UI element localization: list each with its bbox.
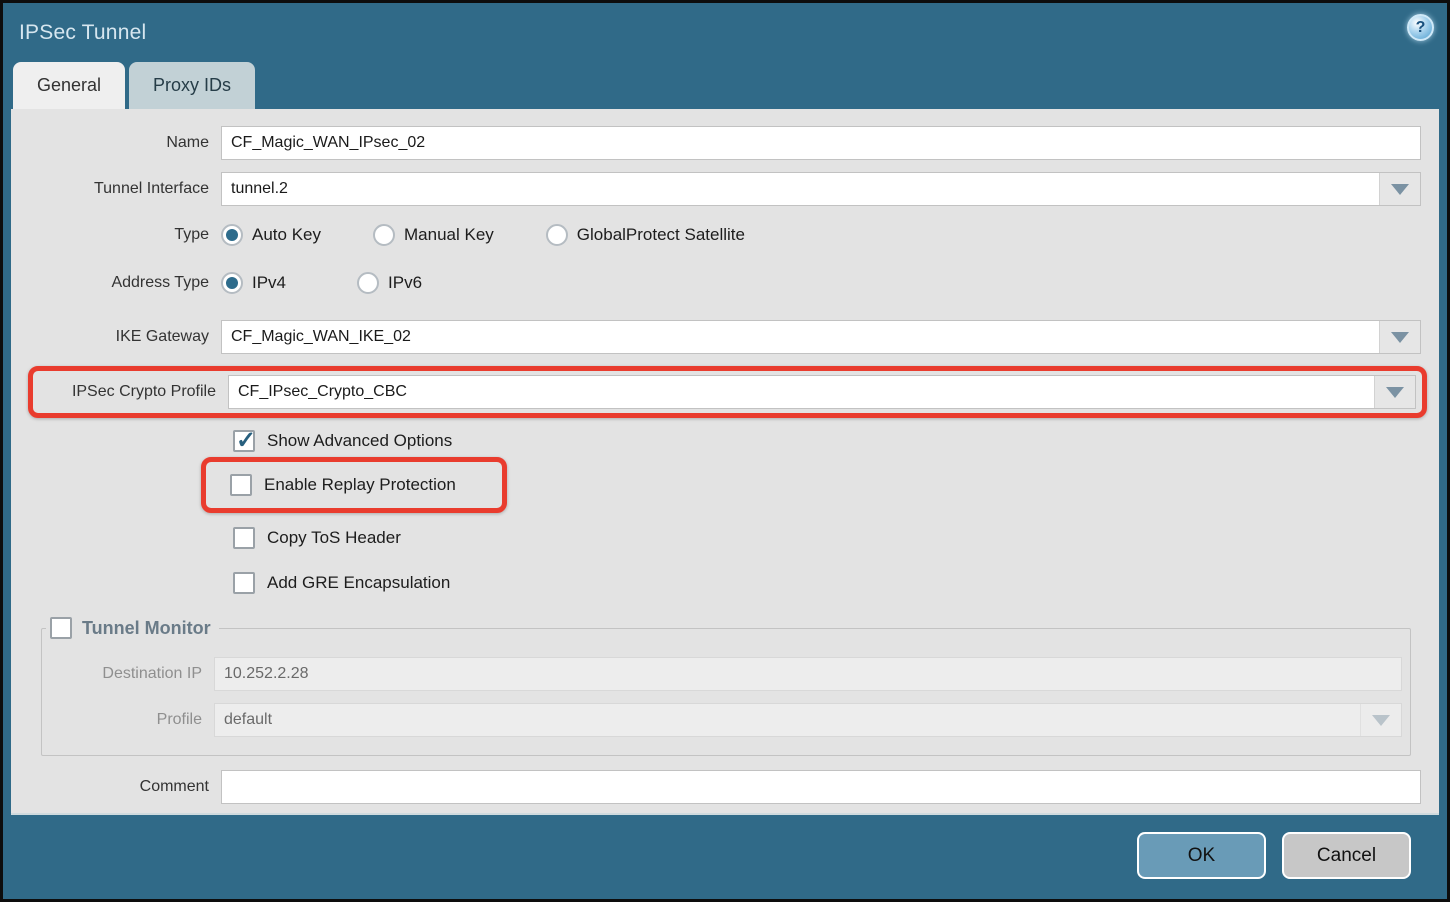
destination-ip-row: Destination IP	[42, 657, 1402, 691]
ike-gateway-label: IKE Gateway	[11, 328, 221, 346]
enable-replay-protection-checkbox[interactable]	[230, 474, 252, 496]
add-gre-encapsulation-label: Add GRE Encapsulation	[267, 573, 450, 593]
radio-manual-key-circle	[373, 224, 395, 246]
add-gre-encapsulation-row[interactable]: Add GRE Encapsulation	[233, 572, 1439, 594]
show-advanced-options-checkbox[interactable]	[233, 430, 255, 452]
profile-value: default	[215, 711, 1360, 729]
comment-label: Comment	[11, 778, 221, 796]
tunnel-interface-value: tunnel.2	[222, 180, 1379, 198]
radio-ipv6-circle	[357, 272, 379, 294]
tunnel-interface-row: Tunnel Interface tunnel.2	[11, 172, 1421, 206]
tunnel-monitor-label: Tunnel Monitor	[82, 618, 211, 639]
help-icon[interactable]: ?	[1407, 14, 1434, 41]
radio-auto-key[interactable]: Auto Key	[221, 224, 321, 246]
radio-ipv4[interactable]: IPv4	[221, 272, 286, 294]
tab-bar: General Proxy IDs	[3, 62, 1447, 109]
name-row: Name	[11, 126, 1421, 160]
ipsec-crypto-profile-value: CF_IPsec_Crypto_CBC	[229, 383, 1374, 401]
help-icon-glyph: ?	[1416, 20, 1426, 36]
address-type-label: Address Type	[11, 274, 221, 292]
ok-button[interactable]: OK	[1137, 832, 1266, 879]
radio-globalprotect-satellite-label: GlobalProtect Satellite	[577, 225, 745, 245]
tunnel-interface-dropdown-button[interactable]	[1379, 173, 1420, 205]
radio-ipv6[interactable]: IPv6	[357, 272, 422, 294]
radio-manual-key[interactable]: Manual Key	[373, 224, 494, 246]
ike-gateway-value: CF_Magic_WAN_IKE_02	[222, 328, 1379, 346]
chevron-down-icon	[1386, 387, 1404, 398]
copy-tos-header-row[interactable]: Copy ToS Header	[233, 527, 1439, 549]
address-type-row: Address Type IPv4 IPv6	[11, 272, 1421, 294]
ike-gateway-dropdown-button[interactable]	[1379, 321, 1420, 353]
ipsec-crypto-profile-select[interactable]: CF_IPsec_Crypto_CBC	[228, 375, 1416, 409]
type-radio-group: Auto Key Manual Key GlobalProtect Satell…	[221, 224, 777, 246]
copy-tos-header-label: Copy ToS Header	[267, 528, 401, 548]
tunnel-interface-select[interactable]: tunnel.2	[221, 172, 1421, 206]
copy-tos-header-checkbox[interactable]	[233, 527, 255, 549]
dialog-footer: OK Cancel	[6, 815, 1444, 896]
destination-ip-input	[214, 657, 1402, 691]
profile-select: default	[214, 703, 1402, 737]
tunnel-monitor-checkbox[interactable]	[50, 617, 72, 639]
name-label: Name	[11, 134, 221, 152]
destination-ip-label: Destination IP	[42, 665, 214, 683]
tunnel-interface-label: Tunnel Interface	[11, 180, 221, 198]
tunnel-monitor-legend: Tunnel Monitor	[46, 617, 219, 639]
ike-gateway-row: IKE Gateway CF_Magic_WAN_IKE_02	[11, 320, 1421, 354]
ike-gateway-select[interactable]: CF_Magic_WAN_IKE_02	[221, 320, 1421, 354]
tab-general[interactable]: General	[13, 62, 125, 109]
general-tab-panel: Name Tunnel Interface tunnel.2 Type Auto…	[11, 109, 1439, 815]
enable-replay-protection-highlight: Enable Replay Protection	[201, 457, 507, 513]
chevron-down-icon	[1391, 332, 1409, 343]
tab-general-label: General	[37, 75, 101, 96]
ipsec-tunnel-dialog: IPSec Tunnel ? General Proxy IDs Name Tu…	[0, 0, 1450, 902]
tab-proxy-ids-label: Proxy IDs	[153, 75, 231, 96]
radio-auto-key-circle	[221, 224, 243, 246]
radio-globalprotect-satellite[interactable]: GlobalProtect Satellite	[546, 224, 745, 246]
profile-label: Profile	[42, 711, 214, 729]
dialog-title: IPSec Tunnel	[19, 21, 146, 45]
radio-globalprotect-satellite-circle	[546, 224, 568, 246]
enable-replay-protection-label: Enable Replay Protection	[264, 475, 456, 495]
chevron-down-icon	[1391, 184, 1409, 195]
radio-ipv4-label: IPv4	[252, 273, 286, 293]
chevron-down-icon	[1372, 715, 1390, 726]
type-row: Type Auto Key Manual Key GlobalProtect S…	[11, 224, 1421, 246]
show-advanced-options-label: Show Advanced Options	[267, 431, 452, 451]
dialog-titlebar: IPSec Tunnel ?	[3, 3, 1447, 62]
comment-input[interactable]	[221, 770, 1421, 804]
radio-ipv6-label: IPv6	[388, 273, 422, 293]
radio-manual-key-label: Manual Key	[404, 225, 494, 245]
type-label: Type	[11, 226, 221, 244]
enable-replay-protection-highlight-wrap: Enable Replay Protection	[11, 466, 1439, 527]
comment-row: Comment	[11, 770, 1421, 804]
tab-proxy-ids[interactable]: Proxy IDs	[129, 62, 255, 109]
add-gre-encapsulation-checkbox[interactable]	[233, 572, 255, 594]
ipsec-crypto-profile-dropdown-button[interactable]	[1374, 376, 1415, 408]
radio-ipv4-circle	[221, 272, 243, 294]
show-advanced-options-row[interactable]: Show Advanced Options	[233, 430, 1439, 452]
profile-dropdown-button	[1360, 704, 1401, 736]
cancel-button[interactable]: Cancel	[1282, 832, 1411, 879]
ipsec-crypto-profile-label: IPSec Crypto Profile	[33, 383, 228, 401]
name-input[interactable]	[221, 126, 1421, 160]
radio-auto-key-label: Auto Key	[252, 225, 321, 245]
address-type-radio-group: IPv4 IPv6	[221, 272, 454, 294]
ipsec-crypto-profile-highlight: IPSec Crypto Profile CF_IPsec_Crypto_CBC	[28, 366, 1427, 418]
profile-row: Profile default	[42, 703, 1402, 737]
tunnel-monitor-fieldset: Tunnel Monitor Destination IP Profile de…	[41, 617, 1411, 756]
